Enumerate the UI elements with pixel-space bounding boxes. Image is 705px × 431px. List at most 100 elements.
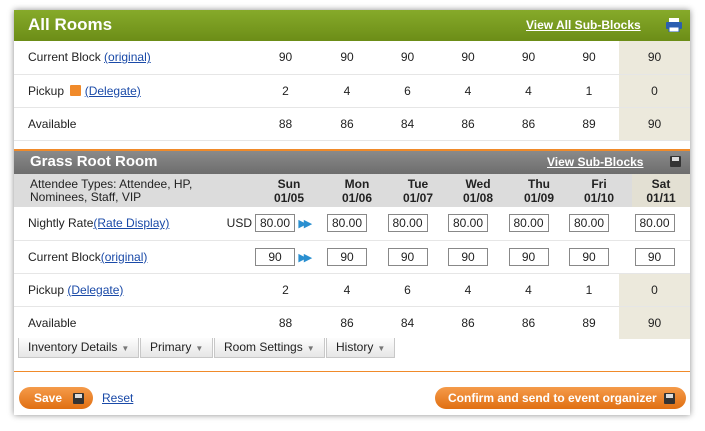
delegate-link[interactable]: (Delegate) xyxy=(67,283,123,297)
save-disk-icon[interactable] xyxy=(670,156,681,167)
tab-primary[interactable]: Primary ▼ xyxy=(140,338,214,358)
tab-label: Room Settings xyxy=(224,340,303,354)
rate-input-fri[interactable]: 80.00 xyxy=(569,214,609,233)
currency-label: USD xyxy=(226,216,252,231)
rate-input-tue[interactable]: 80.00 xyxy=(387,214,428,233)
reset-link[interactable]: Reset xyxy=(102,391,133,405)
pickup-label: Pickup xyxy=(28,282,65,297)
delegate-link[interactable]: (Delegate) xyxy=(85,84,141,98)
available-label: Available xyxy=(28,315,77,330)
rate-input-sun[interactable]: 80.00 xyxy=(255,214,295,233)
all-rooms-header: All Rooms View All Sub-Blocks xyxy=(14,10,690,41)
cell-value: 89 xyxy=(559,107,619,141)
cell-value: 6 xyxy=(377,273,438,307)
tab-label: Inventory Details xyxy=(28,340,118,354)
all-rooms-title: All Rooms xyxy=(28,15,113,34)
cell-value: 86 xyxy=(438,107,498,141)
nightly-rate-label: Nightly Rate xyxy=(28,216,94,231)
day-wed: Wed 01/08 xyxy=(462,177,494,205)
block-input-mon[interactable]: 90 xyxy=(327,247,367,266)
confirm-button-label: Confirm and send to event organizer xyxy=(448,391,657,405)
cell-value: 86 xyxy=(498,107,559,141)
chevron-down-icon: ▼ xyxy=(121,344,130,353)
cell-value: 6 xyxy=(377,74,438,108)
block-input-wed[interactable]: 90 xyxy=(448,247,488,266)
rss-icon[interactable] xyxy=(70,84,82,96)
rate-input-thu[interactable]: 80.00 xyxy=(508,214,549,233)
nightly-rate-row: Nightly Rate(Rate Display) USD 80.00 ▶▶ … xyxy=(14,207,690,241)
rate-input-sat[interactable]: 80.00 xyxy=(634,214,675,233)
cell-value: 90 xyxy=(619,306,690,339)
attendee-types: Attendee Types: Attendee, HP, Nominees, … xyxy=(30,177,193,204)
cell-value: 2 xyxy=(254,74,317,108)
chevron-down-icon: ▼ xyxy=(377,344,386,353)
copy-right-arrow-icon[interactable]: ▶▶ xyxy=(298,251,312,264)
cell-value: 1 xyxy=(559,74,619,108)
cell-value: 4 xyxy=(317,273,377,307)
grass-root-title: Grass Root Room xyxy=(30,153,158,170)
view-sub-blocks-link[interactable]: View Sub-Blocks xyxy=(547,155,643,169)
cell-value: 4 xyxy=(498,74,559,108)
grass-root-table: Nightly Rate(Rate Display) USD 80.00 ▶▶ … xyxy=(14,207,690,339)
cell-value: 86 xyxy=(461,315,475,330)
rate-input-mon[interactable]: 80.00 xyxy=(327,214,367,233)
cell-value: 90 xyxy=(317,41,377,75)
block-input-tue[interactable]: 90 xyxy=(387,247,428,266)
cell-value: 90 xyxy=(619,107,690,141)
all-rooms-current-block-row: Current Block (original) 90 90 90 90 90 … xyxy=(14,41,690,75)
room-block-panel: All Rooms View All Sub-Blocks Current Bl… xyxy=(14,10,690,415)
available-row: Available 88 86 84 86 86 89 90 xyxy=(14,306,690,339)
print-icon[interactable] xyxy=(666,18,682,32)
original-link[interactable]: (original) xyxy=(104,50,151,64)
save-button-label: Save xyxy=(34,391,63,405)
cell-value: 0 xyxy=(619,273,690,307)
save-disk-icon xyxy=(664,393,676,405)
copy-right-arrow-icon[interactable]: ▶▶ xyxy=(298,217,312,230)
cell-value: 0 xyxy=(619,74,690,108)
cell-value: 86 xyxy=(317,107,377,141)
save-disk-icon xyxy=(73,393,85,405)
confirm-send-button[interactable]: Confirm and send to event organizer xyxy=(435,387,686,409)
cell-value: 84 xyxy=(377,107,438,141)
all-rooms-available-row: Available 88 86 84 86 86 89 90 xyxy=(14,107,690,141)
pickup-row: Pickup (Delegate) 2 4 6 4 4 1 0 xyxy=(14,273,690,307)
current-block-label: Current Block xyxy=(28,249,101,264)
chevron-down-icon: ▼ xyxy=(306,344,315,353)
rate-input-wed[interactable]: 80.00 xyxy=(448,214,488,233)
cell-value: 1 xyxy=(559,273,619,307)
grass-root-header: Grass Root Room View Sub-Blocks xyxy=(14,149,690,174)
cell-value: 86 xyxy=(521,315,536,330)
view-all-sub-blocks-link[interactable]: View All Sub-Blocks xyxy=(526,18,641,32)
current-block-label: Current Block xyxy=(28,50,101,65)
available-label: Available xyxy=(14,107,254,141)
cell-value: 89 xyxy=(582,315,596,330)
pickup-label: Pickup xyxy=(28,83,65,98)
block-input-sat[interactable]: 90 xyxy=(634,247,675,266)
cell-value: 90 xyxy=(559,41,619,75)
cell-value: 90 xyxy=(619,41,690,75)
day-fri: Fri 01/10 xyxy=(583,177,615,205)
cell-value: 4 xyxy=(498,273,559,307)
rate-display-link[interactable]: (Rate Display) xyxy=(93,216,169,230)
tab-history[interactable]: History ▼ xyxy=(326,338,396,358)
all-rooms-table: Current Block (original) 90 90 90 90 90 … xyxy=(14,41,690,141)
day-thu: Thu 01/09 xyxy=(523,177,555,205)
tab-label: History xyxy=(336,340,374,354)
block-input-sun[interactable]: 90 xyxy=(255,247,295,266)
cell-value: 4 xyxy=(317,74,377,108)
block-input-fri[interactable]: 90 xyxy=(569,247,609,266)
cell-value: 4 xyxy=(438,74,498,108)
day-mon: Mon 01/06 xyxy=(341,177,373,205)
day-sat: Sat 01/11 xyxy=(632,174,690,207)
cell-value: 90 xyxy=(377,41,438,75)
cell-value: 84 xyxy=(400,315,415,330)
cell-value: 90 xyxy=(254,41,317,75)
day-tue: Tue 01/07 xyxy=(402,177,434,205)
cell-value: 88 xyxy=(254,107,317,141)
save-button[interactable]: Save xyxy=(19,387,93,409)
tab-inventory-details[interactable]: Inventory Details ▼ xyxy=(18,338,140,358)
tab-room-settings[interactable]: Room Settings ▼ xyxy=(214,338,325,358)
original-link[interactable]: (original) xyxy=(101,250,148,264)
block-input-thu[interactable]: 90 xyxy=(508,247,549,266)
cell-value: 90 xyxy=(498,41,559,75)
